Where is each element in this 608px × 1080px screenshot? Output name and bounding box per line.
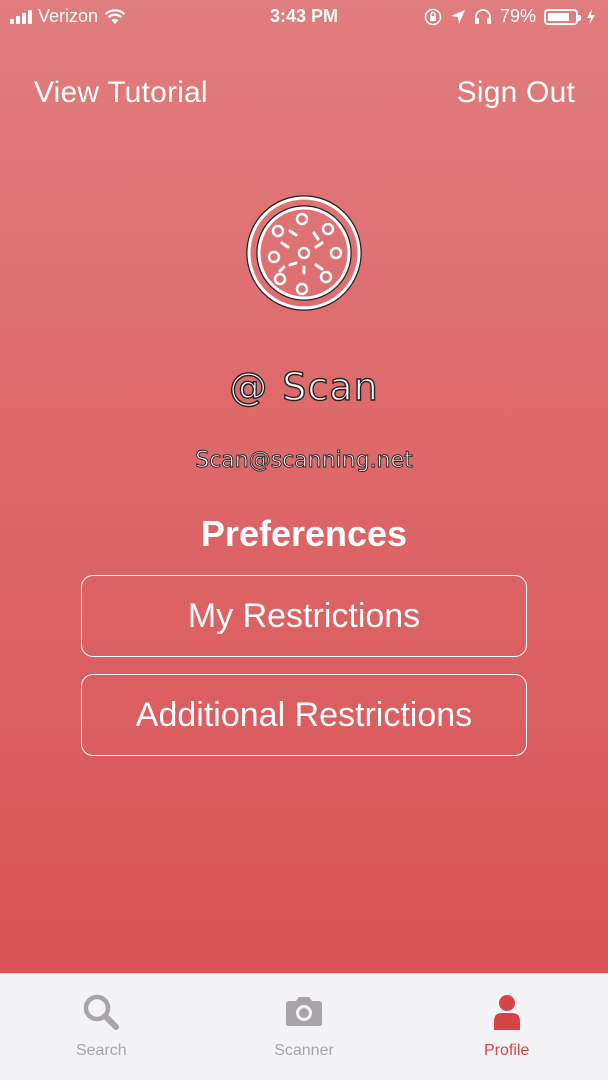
profile-screen: Verizon 3:43 PM 79% View Tutorial Sign O… bbox=[0, 0, 608, 1080]
tab-bar: Search Scanner Profile bbox=[0, 973, 608, 1080]
username-text: Scan bbox=[282, 364, 379, 409]
tab-search-label: Search bbox=[75, 1042, 127, 1059]
person-icon bbox=[493, 995, 520, 1030]
preferences-title: Preferences bbox=[200, 513, 408, 554]
user-email: Scan@scanning.net bbox=[195, 448, 413, 474]
my-restrictions-label: My Restrictions bbox=[187, 596, 421, 635]
additional-restrictions-label: Additional Restrictions bbox=[135, 695, 473, 734]
tab-search[interactable]: Search bbox=[0, 974, 203, 1080]
my-restrictions-button[interactable]: My Restrictions bbox=[81, 575, 527, 657]
at-symbol: @ bbox=[229, 364, 269, 409]
location-icon bbox=[450, 9, 465, 24]
tab-scanner-label: Scanner bbox=[274, 1042, 334, 1059]
username: @ Scan bbox=[0, 364, 608, 409]
headphones-icon bbox=[474, 8, 491, 24]
tab-scanner[interactable]: Scanner bbox=[203, 974, 406, 1080]
charging-icon bbox=[587, 8, 595, 25]
battery-icon bbox=[544, 8, 581, 25]
search-icon bbox=[84, 994, 120, 1030]
tab-profile-label: Profile bbox=[484, 1042, 530, 1059]
additional-restrictions-button[interactable]: Additional Restrictions bbox=[81, 674, 527, 756]
status-right: 79% bbox=[424, 6, 596, 27]
orientation-lock-icon bbox=[424, 8, 442, 25]
camera-icon bbox=[286, 997, 322, 1026]
tab-profile[interactable]: Profile bbox=[405, 974, 608, 1080]
status-bar: Verizon 3:43 PM 79% bbox=[0, 0, 608, 34]
sign-out-link[interactable]: Sign Out bbox=[457, 76, 575, 110]
battery-percent: 79% bbox=[499, 6, 536, 26]
pizza-icon bbox=[246, 195, 362, 311]
view-tutorial-link[interactable]: View Tutorial bbox=[34, 76, 208, 110]
